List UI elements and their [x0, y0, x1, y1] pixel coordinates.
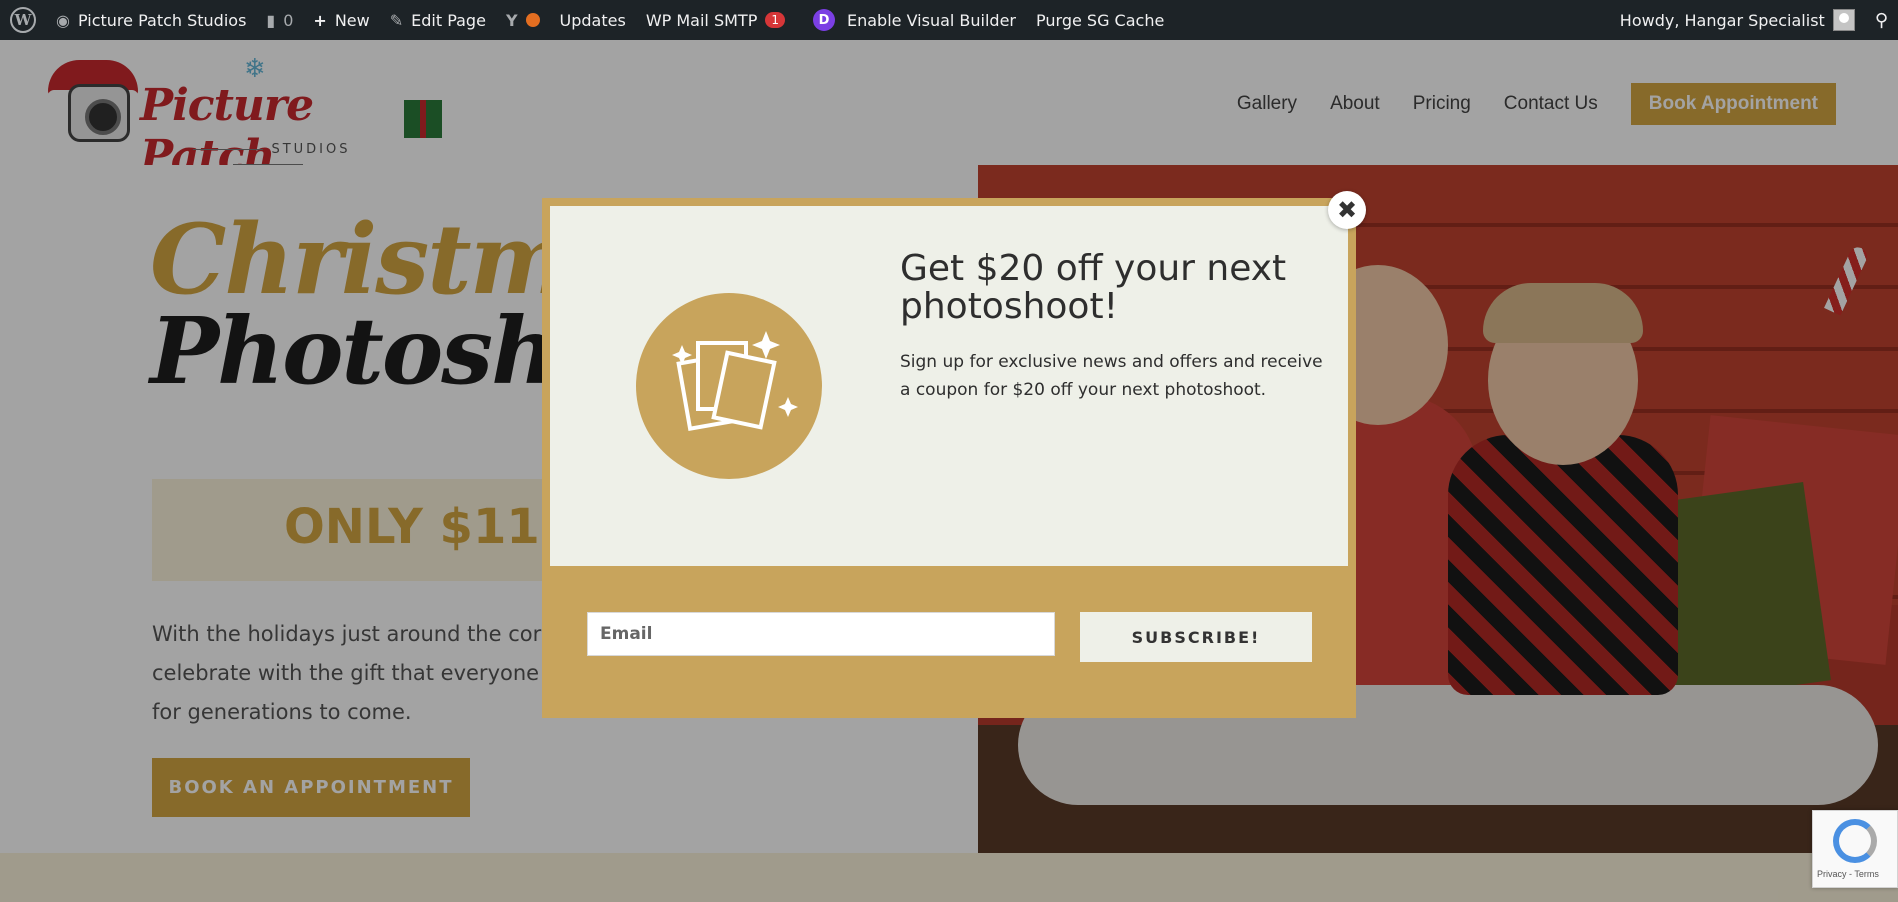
visual-builder-label: Enable Visual Builder: [846, 10, 1017, 30]
recaptcha-icon: [1833, 819, 1877, 863]
purge-cache-menu[interactable]: Purge SG Cache: [1026, 0, 1174, 40]
yoast-icon: Y: [505, 10, 518, 30]
close-icon: ✖: [1336, 196, 1358, 224]
visual-builder-menu[interactable]: D Enable Visual Builder: [803, 0, 1026, 40]
recaptcha-badge[interactable]: Privacy - Terms: [1812, 810, 1898, 888]
site-name-menu[interactable]: ◉ Picture Patch Studios: [46, 0, 256, 40]
seo-score-dot: [525, 13, 540, 27]
notification-badge: 1: [765, 12, 785, 28]
dashboard-icon: ◉: [56, 10, 70, 30]
subscribe-popup: Get $20 off your next photoshoot! Sign u…: [542, 198, 1356, 718]
close-popup-button[interactable]: ✖: [1328, 191, 1366, 229]
email-field[interactable]: [587, 612, 1055, 656]
search-icon: ⚲: [1874, 9, 1888, 31]
account-menu[interactable]: Howdy, Hangar Specialist: [1610, 0, 1865, 40]
wordpress-icon: W: [10, 7, 36, 33]
comments-menu[interactable]: ▮ 0: [256, 0, 303, 40]
divi-icon: D: [812, 9, 835, 31]
edit-page-menu[interactable]: ✎ Edit Page: [380, 0, 496, 40]
purge-cache-label: Purge SG Cache: [1036, 10, 1165, 30]
new-label: New: [334, 10, 370, 30]
popup-description: Sign up for exclusive news and offers an…: [900, 352, 1323, 400]
wordpress-logo-menu[interactable]: W: [0, 0, 46, 40]
edit-page-label: Edit Page: [411, 10, 486, 30]
pencil-icon: ✎: [389, 10, 404, 30]
yoast-seo-menu[interactable]: Y: [496, 0, 550, 40]
new-content-menu[interactable]: + New: [303, 0, 379, 40]
plus-icon: +: [313, 10, 327, 30]
photos-sparkle-icon: [636, 293, 822, 479]
recaptcha-text: Privacy - Terms: [1817, 869, 1879, 879]
updates-menu[interactable]: Updates: [550, 0, 636, 40]
wp-admin-bar: W ◉ Picture Patch Studios ▮ 0 + New ✎ Ed…: [0, 0, 1898, 40]
wp-mail-smtp-label: WP Mail SMTP: [645, 10, 758, 30]
updates-label: Updates: [559, 10, 626, 30]
admin-search[interactable]: ⚲: [1865, 0, 1898, 40]
popup-title: Get $20 off your next photoshoot!: [900, 248, 1287, 327]
avatar: [1832, 9, 1855, 31]
popup-content-area: Get $20 off your next photoshoot! Sign u…: [550, 206, 1348, 566]
wp-mail-smtp-menu[interactable]: WP Mail SMTP 1: [636, 0, 795, 40]
popup-wave-divider: [550, 528, 1348, 563]
comment-icon: ▮: [266, 10, 276, 30]
subscribe-button[interactable]: SUBSCRIBE!: [1080, 612, 1312, 662]
howdy-label: Howdy, Hangar Specialist: [1619, 10, 1825, 30]
site-name-label: Picture Patch Studios: [77, 10, 247, 30]
comments-count: 0: [283, 10, 294, 30]
